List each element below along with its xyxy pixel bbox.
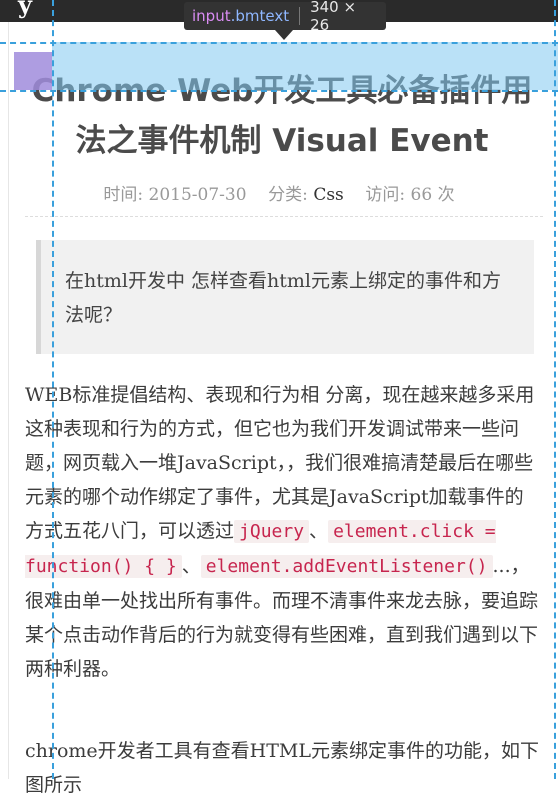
code-jquery: jQuery — [234, 520, 310, 543]
article-paragraph-1: WEB标准提倡结构、表现和行为相 分离，现在越来越多采用这种表现和行为的方式，但… — [25, 378, 540, 686]
separator: 、 — [309, 520, 329, 542]
meta-visits-label: 访问: — [365, 185, 406, 205]
meta-divider — [25, 216, 543, 217]
paragraph-text: WEB标准提倡结构、表现和行为相 分离，现在越来越多采用这种表现和行为的方式，但… — [25, 384, 535, 542]
tooltip-divider — [299, 7, 301, 25]
article-meta: 时间: 2015-07-30 分类: Css 访问: 66 次 — [0, 180, 558, 205]
inspector-guide-line — [0, 42, 558, 44]
site-logo[interactable]: y — [18, 0, 38, 19]
inspector-guide-line — [0, 90, 558, 92]
article-blockquote: 在html开发中 怎样查看html元素上绑定的事件和方法呢？ — [36, 240, 534, 354]
page-left-border — [8, 22, 9, 779]
inspector-guide-line — [52, 0, 54, 779]
inspector-margin-highlight — [14, 52, 52, 90]
meta-category-link[interactable]: Css — [313, 185, 343, 205]
tooltip-dimensions: 340 × 26 — [310, 0, 357, 34]
article-paragraph-2: chrome开发者工具有查看HTML元素绑定事件的功能，如下图所示 — [25, 740, 539, 796]
tooltip-tag-name: input — [192, 7, 231, 25]
tooltip-arrow-icon — [275, 30, 293, 40]
inspector-guide-line — [554, 0, 556, 779]
inspector-tooltip: input .bmtext 340 × 26 — [184, 0, 386, 34]
code-add-event-listener: element.addEventListener() — [200, 555, 493, 578]
meta-category-label: 分类: — [268, 185, 308, 205]
tooltip-class-name: .bmtext — [230, 7, 290, 25]
separator: 、 — [181, 555, 201, 577]
inspector-element-highlight — [52, 42, 558, 90]
meta-visits-value: 66 次 — [410, 185, 455, 205]
meta-time-value: 2015-07-30 — [148, 185, 247, 205]
meta-time-label: 时间: — [103, 185, 144, 205]
